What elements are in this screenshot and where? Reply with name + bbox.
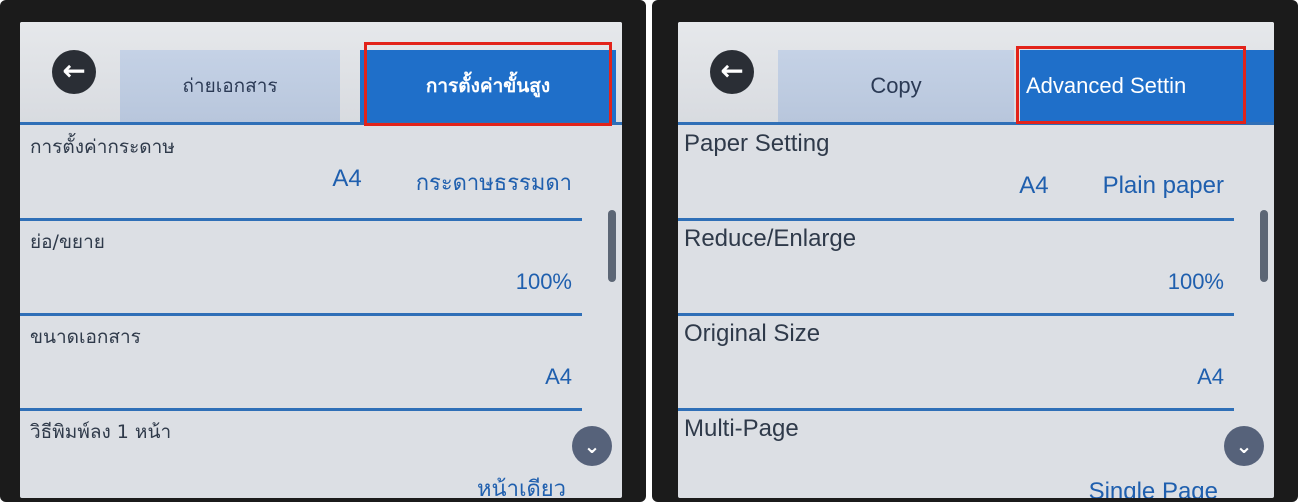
scrollbar-thumb[interactable]: [608, 210, 616, 282]
chevron-down-icon[interactable]: ⌄: [572, 426, 612, 466]
row-title: การตั้งค่ากระดาษ: [30, 136, 175, 158]
paper-size-value: A4: [1019, 172, 1049, 199]
paper-type-value: Plain paper: [1102, 172, 1224, 199]
row-title: วิธีพิมพ์ลง 1 หน้า: [30, 421, 172, 443]
tab-advanced-label: Advanced Settin: [1026, 73, 1187, 98]
tab-advanced-settings[interactable]: การตั้งค่าขั้นสูง: [360, 50, 616, 122]
row-value: A4 กระดาษธรรมดา: [332, 165, 572, 200]
row-title: ขนาดเอกสาร: [30, 326, 141, 348]
divider: [678, 122, 1274, 125]
row-title: Reduce/Enlarge: [684, 225, 857, 252]
scrollbar-thumb[interactable]: [1260, 210, 1268, 282]
row-original-size[interactable]: ขนาดเอกสาร A4: [20, 316, 582, 408]
printer-panel-thai: ← ถ่ายเอกสาร การตั้งค่าขั้นสูง การตั้งค่…: [0, 0, 646, 502]
row-value: A4 Plain paper: [1019, 172, 1224, 200]
tab-copy-label: Copy: [870, 73, 922, 98]
lcd-screen: ← Copy Advanced Settin Paper Setting A4 …: [678, 22, 1274, 498]
tab-copy-label: ถ่ายเอกสาร: [182, 75, 278, 97]
row-value: 100%: [515, 269, 572, 294]
printer-panel-english: ← Copy Advanced Settin Paper Setting A4 …: [652, 0, 1298, 502]
tab-advanced-label: การตั้งค่าขั้นสูง: [425, 75, 551, 97]
row-title: Multi-Page: [684, 415, 799, 442]
paper-size-value: A4: [332, 165, 362, 192]
row-value: A4: [545, 364, 572, 389]
back-arrow-icon[interactable]: ←: [52, 50, 96, 94]
tab-bar: ← ถ่ายเอกสาร การตั้งค่าขั้นสูง: [20, 22, 622, 122]
tab-bar: ← Copy Advanced Settin: [678, 22, 1274, 122]
row-paper-setting[interactable]: Paper Setting A4 Plain paper: [678, 126, 1234, 218]
row-title: ย่อ/ขยาย: [30, 231, 105, 253]
screenshot-composite: ← ถ่ายเอกสาร การตั้งค่าขั้นสูง การตั้งค่…: [0, 0, 1298, 502]
row-value: 100%: [1167, 269, 1224, 294]
row-title: Original Size: [684, 320, 821, 347]
row-original-size[interactable]: Original Size A4: [678, 316, 1234, 408]
row-reduce-enlarge[interactable]: Reduce/Enlarge 100%: [678, 221, 1234, 313]
tab-copy[interactable]: ถ่ายเอกสาร: [120, 50, 340, 122]
row-title: Paper Setting: [684, 130, 830, 157]
divider: [20, 122, 622, 125]
tab-advanced-settings[interactable]: Advanced Settin: [1020, 50, 1274, 122]
row-value: A4: [1197, 364, 1224, 389]
paper-type-value: กระดาษธรรมดา: [415, 170, 572, 195]
row-value: หน้าเดียว: [477, 476, 566, 498]
tab-copy[interactable]: Copy: [778, 50, 1014, 122]
back-arrow-icon[interactable]: ←: [710, 50, 754, 94]
chevron-down-icon[interactable]: ⌄: [1224, 426, 1264, 466]
row-value: Single Page: [1088, 478, 1218, 498]
lcd-screen: ← ถ่ายเอกสาร การตั้งค่าขั้นสูง การตั้งค่…: [20, 22, 622, 498]
row-paper-setting[interactable]: การตั้งค่ากระดาษ A4 กระดาษธรรมดา: [20, 126, 582, 218]
row-reduce-enlarge[interactable]: ย่อ/ขยาย 100%: [20, 221, 582, 313]
